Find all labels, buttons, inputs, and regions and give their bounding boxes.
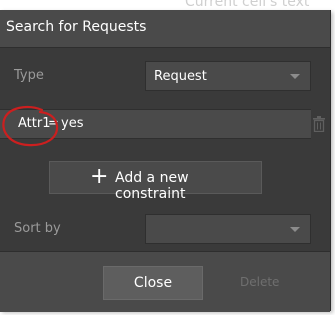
close-button[interactable]: Close	[103, 266, 203, 300]
search-dialog: Search for Requests Type Request Attr1 =…	[0, 10, 331, 312]
caret-down-icon	[290, 227, 300, 232]
add-constraint-button[interactable]: + Add a new constraint	[49, 161, 262, 202]
red-circle-annotation	[2, 105, 59, 147]
plus-icon: +	[90, 164, 109, 189]
add-constraint-label: Add a new constraint	[115, 170, 189, 202]
caret-down-icon	[290, 74, 300, 79]
delete-button[interactable]: Delete	[240, 275, 279, 289]
dialog-titlebar: Search for Requests	[0, 10, 330, 48]
background-cell-text: Current cell's text	[185, 0, 310, 10]
dialog-footer: Close Delete	[0, 251, 330, 312]
trash-icon[interactable]	[313, 116, 325, 132]
sort-by-select[interactable]	[145, 214, 311, 244]
dialog-title: Search for Requests	[6, 19, 147, 35]
sort-by-label: Sort by	[14, 221, 61, 236]
type-select-value: Request	[154, 69, 207, 84]
constraint-value[interactable]: yes	[61, 116, 83, 131]
type-label: Type	[14, 68, 44, 83]
type-select[interactable]: Request	[145, 61, 311, 91]
